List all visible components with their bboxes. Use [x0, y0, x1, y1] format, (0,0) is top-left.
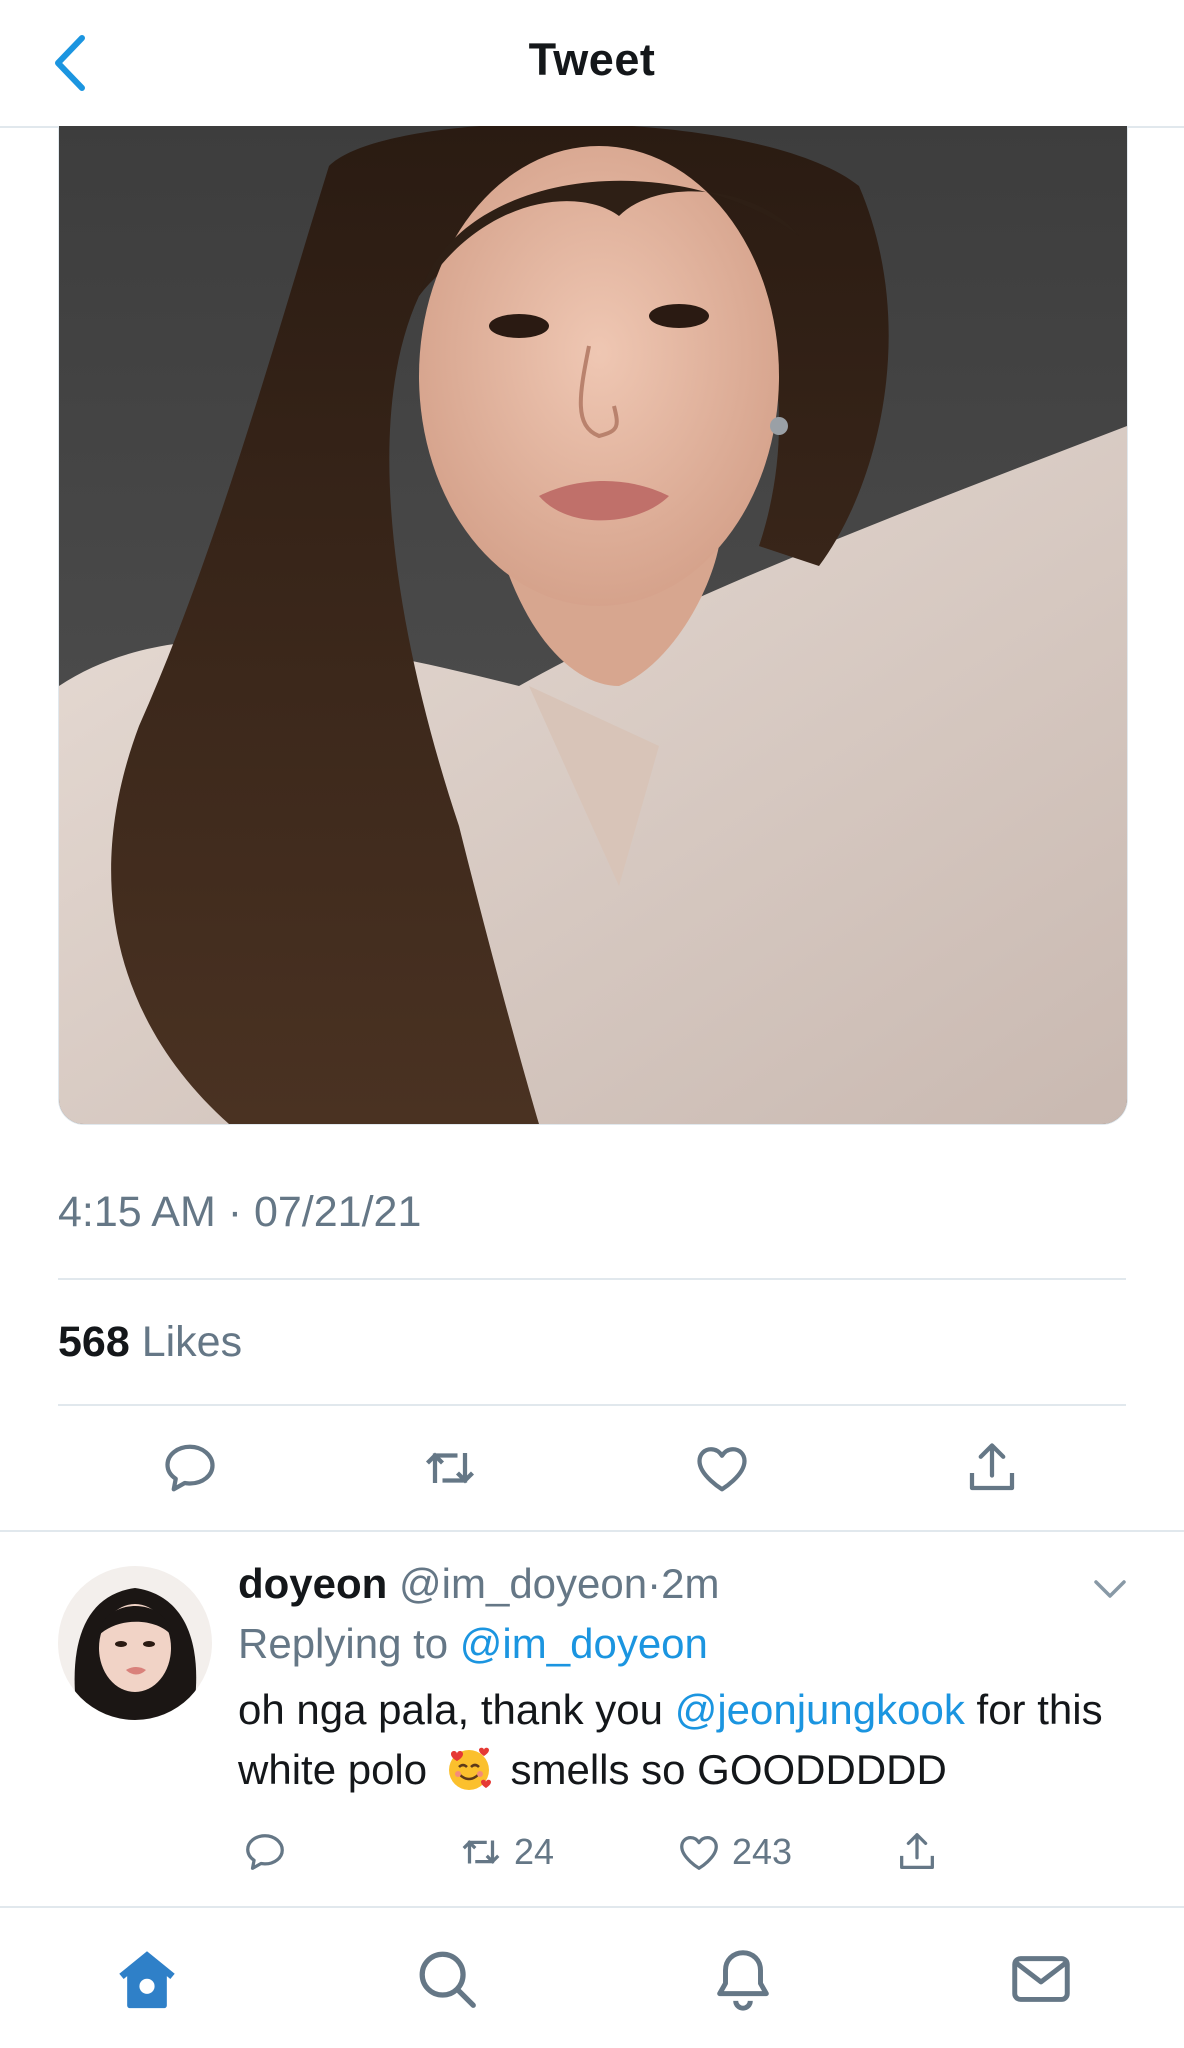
replying-to-line: Replying to @im_doyeon	[238, 1620, 708, 1668]
divider	[0, 1906, 1184, 1908]
heart-icon	[680, 1835, 718, 1870]
reply-display-name[interactable]: doyeon	[238, 1560, 387, 1607]
like-button[interactable]	[692, 1438, 752, 1498]
replying-to-handle[interactable]: @im_doyeon	[460, 1620, 708, 1667]
search-icon	[419, 1951, 476, 2008]
meta-separator: ·	[647, 1560, 662, 1607]
reply-text-part: oh nga pala, thank you	[238, 1686, 664, 1733]
avatar[interactable]	[58, 1566, 212, 1720]
tab-notifications[interactable]	[708, 1944, 778, 2014]
reply-time: 2m	[661, 1560, 720, 1607]
tweet-timestamp: 4:15 AM · 07/21/21	[58, 1188, 422, 1236]
divider	[0, 1530, 1184, 1532]
retweet-icon	[462, 1840, 500, 1864]
avatar-image	[58, 1566, 212, 1720]
reply-handle[interactable]: @im_doyeon	[399, 1560, 647, 1607]
retweet-button[interactable]	[420, 1438, 480, 1498]
reply-button[interactable]	[160, 1438, 220, 1498]
reply-text: oh nga pala, thank you @jeonjungkook for…	[238, 1680, 1138, 1800]
likes-label: Likes	[141, 1318, 243, 1366]
page-title: Tweet	[528, 34, 656, 85]
like-count: 243	[732, 1831, 793, 1872]
replying-prefix: Replying to	[238, 1620, 449, 1667]
tab-search[interactable]	[412, 1944, 482, 2014]
share-button[interactable]	[962, 1438, 1022, 1498]
likes-number: 568	[58, 1318, 130, 1366]
divider	[58, 1278, 1126, 1280]
reply-icon	[246, 1834, 284, 1870]
divider	[58, 1404, 1126, 1406]
tweet-menu-button[interactable]	[1090, 1574, 1130, 1604]
tab-home[interactable]	[112, 1944, 182, 2014]
bell-icon	[717, 1950, 769, 2011]
tab-messages[interactable]	[1006, 1944, 1076, 2014]
reply-icon	[165, 1444, 215, 1492]
reply-retweet-button[interactable]: 24	[458, 1828, 554, 1876]
share-icon	[900, 1833, 934, 1869]
reply-reply-button[interactable]	[242, 1828, 288, 1876]
mention-link[interactable]: @jeonjungkook	[675, 1686, 965, 1733]
home-icon	[119, 1951, 175, 2009]
share-icon	[969, 1443, 1015, 1491]
photo-image	[59, 126, 1127, 1124]
likes-count[interactable]: 568 Likes	[58, 1318, 242, 1367]
mail-icon	[1012, 1956, 1070, 2002]
reply-text-part: smells so GOODDDDD	[510, 1746, 947, 1793]
retweet-count: 24	[514, 1831, 555, 1872]
smiling-face-with-hearts-icon	[448, 1747, 491, 1790]
tweet-photo[interactable]	[58, 126, 1128, 1125]
retweet-icon	[425, 1452, 475, 1484]
reply-share-button[interactable]	[894, 1828, 940, 1876]
reply-header: doyeon @im_doyeon·2m	[238, 1560, 719, 1608]
chevron-down-icon	[1094, 1580, 1126, 1598]
reply-like-button[interactable]: 243	[676, 1828, 792, 1876]
heart-icon	[697, 1447, 747, 1492]
